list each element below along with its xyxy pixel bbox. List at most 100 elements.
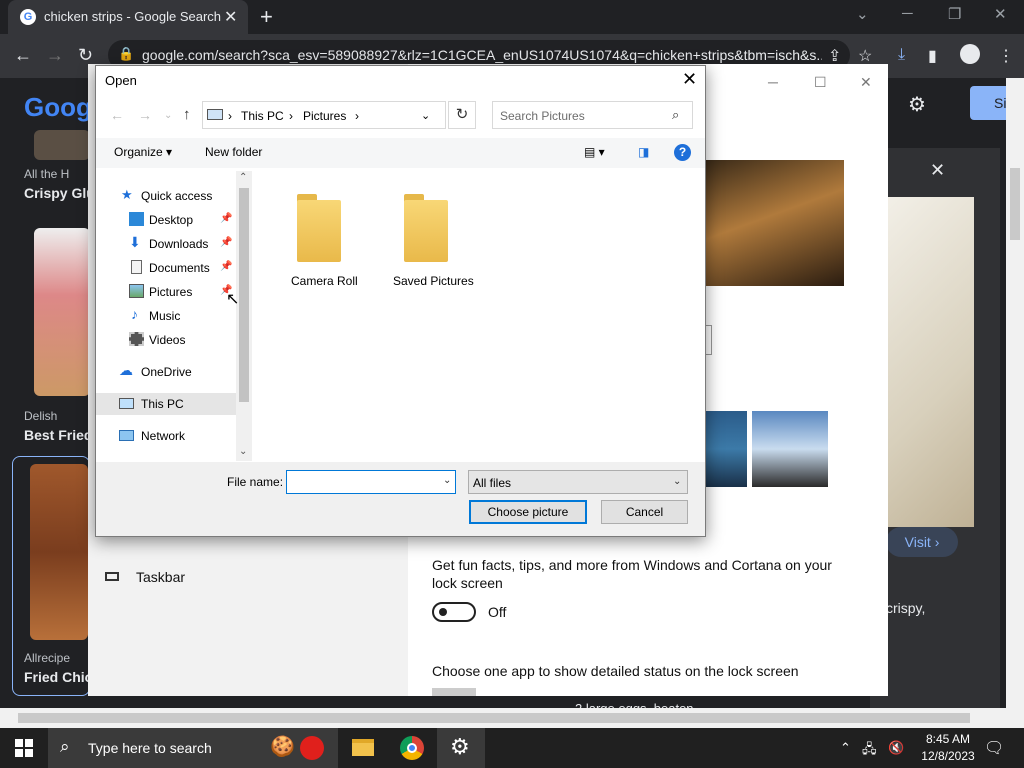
settings-nav-taskbar[interactable]: Taskbar	[136, 569, 185, 585]
close-tab-icon[interactable]: ✕	[224, 7, 237, 27]
app-picker-button[interactable]	[432, 688, 476, 696]
maximize-icon[interactable]: ☐	[814, 74, 827, 91]
folder-label[interactable]: Camera Roll	[291, 274, 358, 288]
file-explorer-icon[interactable]	[338, 728, 386, 768]
scroll-up-icon[interactable]: ⌃	[239, 172, 247, 183]
folder-camera-roll[interactable]	[289, 186, 349, 266]
reload-icon[interactable]: ↻	[78, 45, 93, 66]
folder-saved-pictures[interactable]	[396, 186, 456, 266]
nav-desktop[interactable]: Desktop 📌	[96, 209, 236, 231]
volume-muted-icon[interactable]: 🔇	[888, 740, 904, 756]
gingerbread-icon[interactable]: 🍪	[270, 734, 295, 759]
nav-pictures[interactable]: Pictures 📌	[96, 281, 236, 303]
vertical-scrollbar-thumb[interactable]	[1010, 168, 1020, 240]
restore-icon[interactable]: ❐	[948, 5, 961, 23]
change-view-icon[interactable]: ▤ ▾	[584, 145, 605, 159]
network-status-icon[interactable]: 🖧	[862, 740, 877, 762]
breadcrumb-this-pc[interactable]: This PC	[241, 109, 284, 123]
nav-scrollbar-thumb[interactable]	[239, 188, 249, 402]
chevron-down-icon[interactable]: ⌄	[443, 475, 451, 486]
tab-title: chicken strips - Google Search	[44, 9, 222, 24]
forward-arrow-icon[interactable]: →	[138, 107, 152, 123]
taskbar-clock[interactable]: 8:45 AM 12/8/2023	[918, 731, 978, 765]
file-name-label: File name:	[227, 475, 284, 489]
chrome-icon[interactable]	[388, 728, 436, 768]
toggle-knob	[439, 608, 447, 616]
nav-quick-access[interactable]: ★ Quick access	[96, 185, 236, 207]
up-arrow-icon[interactable]: ↑	[183, 106, 191, 123]
viewer-description: crispy,	[886, 600, 926, 616]
result-thumbnail[interactable]	[34, 228, 90, 396]
back-arrow-icon[interactable]: ←	[110, 107, 124, 123]
minimize-icon[interactable]: ─	[902, 5, 913, 22]
clock-date: 12/8/2023	[921, 749, 975, 763]
start-pane	[15, 739, 23, 747]
close-viewer-icon[interactable]: ✕	[930, 160, 945, 181]
choose-picture-button[interactable]: Choose picture	[469, 500, 587, 524]
nav-this-pc[interactable]: This PC	[96, 393, 236, 415]
address-dropdown-icon[interactable]: ⌄	[421, 109, 430, 122]
sign-in-button[interactable]: Si	[970, 86, 1010, 120]
refresh-icon[interactable]: ↻	[448, 101, 476, 129]
breadcrumb-pictures[interactable]: Pictures	[303, 109, 346, 123]
new-tab-button[interactable]: +	[260, 4, 273, 30]
nav-network[interactable]: Network	[96, 425, 236, 447]
visit-button[interactable]: Visit ›	[886, 527, 958, 557]
profile-avatar-icon[interactable]	[960, 44, 980, 64]
browser-tab[interactable]: G chicken strips - Google Search ✕	[8, 0, 248, 34]
download-icon[interactable]: ⤓	[898, 46, 905, 64]
nav-videos[interactable]: Videos	[96, 329, 236, 351]
close-window-icon[interactable]: ✕	[994, 5, 1007, 23]
nav-downloads[interactable]: ⬇ Downloads 📌	[96, 233, 236, 255]
pin-icon: 📌	[220, 237, 233, 248]
settings-gear-icon[interactable]: ⚙	[908, 92, 926, 117]
taskbar-search-box[interactable]: ⌕ Type here to search 🍪	[48, 728, 338, 768]
bookmark-star-icon[interactable]: ☆	[858, 46, 872, 66]
horizontal-scrollbar-thumb[interactable]	[18, 713, 970, 723]
lock-screen-thumbnail[interactable]	[752, 411, 828, 487]
share-icon[interactable]: ⇪	[828, 46, 841, 66]
folder-label[interactable]: Saved Pictures	[393, 274, 474, 288]
new-folder-button[interactable]: New folder	[205, 145, 262, 159]
help-icon[interactable]: ?	[674, 144, 691, 161]
computer-icon	[119, 398, 134, 409]
tab-search-icon[interactable]: ⌄	[856, 5, 869, 23]
nav-onedrive[interactable]: ☁ OneDrive	[96, 361, 236, 383]
scroll-down-icon[interactable]: ⌄	[239, 446, 247, 457]
result-title[interactable]: Fried Chic	[24, 669, 92, 685]
file-type-select[interactable]: All files ⌄	[468, 470, 688, 494]
result-title[interactable]: Best Fried	[24, 427, 92, 443]
organize-button[interactable]: Organize ▾	[114, 145, 172, 159]
notification-center-icon[interactable]: 🗨	[984, 738, 1004, 758]
search-pictures-input[interactable]: Search Pictures ⌕	[492, 101, 693, 129]
recent-locations-icon[interactable]: ⌄	[164, 110, 172, 121]
result-title[interactable]: Crispy Glu	[24, 185, 95, 201]
close-icon[interactable]: ✕	[860, 74, 872, 91]
search-icon: ⌕	[60, 737, 70, 756]
start-pane	[25, 739, 33, 747]
windows-start-icon[interactable]	[15, 739, 33, 757]
address-breadcrumb[interactable]: › This PC › Pictures › ⌄	[202, 101, 446, 129]
back-icon[interactable]: ←	[14, 45, 32, 66]
nav-music[interactable]: ♪ Music	[96, 305, 236, 327]
file-name-input[interactable]: ⌄	[286, 470, 456, 494]
nav-label: OneDrive	[141, 365, 192, 379]
lock-screen-preview-image	[706, 160, 844, 286]
music-note-icon: ♪	[131, 306, 138, 322]
nav-documents[interactable]: Documents 📌	[96, 257, 236, 279]
menu-kebab-icon[interactable]: ⋮	[998, 46, 1014, 66]
forward-icon[interactable]: →	[46, 45, 64, 66]
side-panel-icon[interactable]: ▮	[928, 46, 937, 66]
preview-pane-icon[interactable]: ◨	[638, 145, 649, 159]
result-source: All the H	[24, 167, 70, 181]
nav-label: Videos	[149, 333, 186, 347]
show-hidden-icons-chevron-icon[interactable]: ⌃	[840, 740, 851, 756]
fun-facts-toggle[interactable]	[432, 602, 476, 622]
search-highlight-icon[interactable]	[300, 736, 324, 760]
cancel-button[interactable]: Cancel	[601, 500, 688, 524]
minimize-icon[interactable]: ─	[768, 74, 778, 90]
result-thumbnail[interactable]	[30, 464, 88, 640]
close-dialog-icon[interactable]: ✕	[682, 69, 697, 90]
result-thumbnail[interactable]	[34, 130, 90, 160]
settings-app-icon[interactable]: ⚙	[437, 728, 485, 768]
